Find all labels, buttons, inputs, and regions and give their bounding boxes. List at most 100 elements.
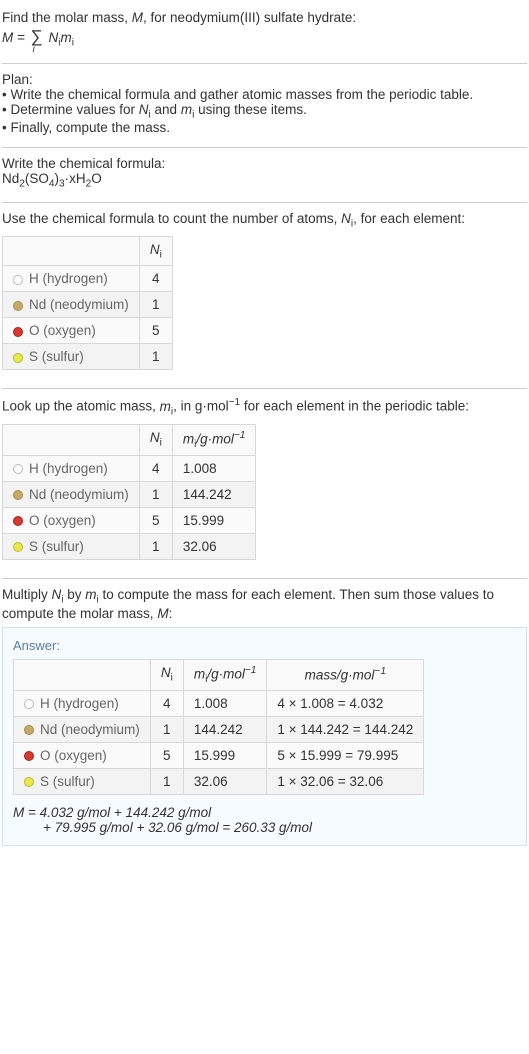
plan-section: Plan: • Write the chemical formula and g… bbox=[2, 66, 527, 146]
element-dot-icon bbox=[24, 777, 34, 787]
col-ni: Ni bbox=[150, 659, 183, 690]
mi-cell: 1.008 bbox=[172, 455, 256, 481]
ni-cell: 1 bbox=[139, 533, 172, 559]
plan-title: Plan: bbox=[2, 72, 527, 87]
mi-cell: 15.999 bbox=[183, 742, 267, 768]
element-cell: O (oxygen) bbox=[14, 742, 151, 768]
answer-table: Ni mi/g·mol−1 mass/g·mol−1 H (hydrogen) … bbox=[13, 659, 424, 795]
ni-cell: 4 bbox=[139, 455, 172, 481]
table-header-row: Ni bbox=[3, 236, 173, 266]
mi-cell: 144.242 bbox=[183, 716, 267, 742]
table-row: Nd (neodymium) 1 144.242 1 × 144.242 = 1… bbox=[14, 716, 424, 742]
multiply-text: Multiply Ni by mi to compute the mass fo… bbox=[2, 587, 527, 621]
table-row: Nd (neodymium) 1 bbox=[3, 292, 173, 318]
intro-section: Find the molar mass, M, for neodymium(II… bbox=[2, 4, 527, 61]
table-header-row: Ni mi/g·mol−1 bbox=[3, 424, 256, 455]
ni-cell: 5 bbox=[139, 318, 172, 344]
molar-equation: M = 4.032 g/mol + 144.242 g/mol + 79.995… bbox=[13, 805, 516, 835]
table-row: O (oxygen) 5 bbox=[3, 318, 173, 344]
plan-bullet: • Determine values for Ni and mi using t… bbox=[2, 102, 527, 121]
element-dot-icon bbox=[13, 327, 23, 337]
element-cell: O (oxygen) bbox=[3, 507, 140, 533]
element-dot-icon bbox=[13, 275, 23, 285]
ni-cell: 1 bbox=[139, 481, 172, 507]
chem-formula-section: Write the chemical formula: Nd2(SO4)3·xH… bbox=[2, 150, 527, 200]
table-row: S (sulfur) 1 32.06 bbox=[3, 533, 256, 559]
chem-formula: Nd2(SO4)3·xH2O bbox=[2, 171, 527, 190]
col-blank bbox=[3, 236, 140, 266]
ni-cell: 5 bbox=[139, 507, 172, 533]
count-table: Ni H (hydrogen) 4 Nd (neodymium) 1 O (ox… bbox=[2, 236, 173, 371]
eq-line2: + 79.995 g/mol + 32.06 g/mol = 260.33 g/… bbox=[43, 820, 516, 835]
table-row: O (oxygen) 5 15.999 bbox=[3, 507, 256, 533]
mass-table: Ni mi/g·mol−1 H (hydrogen) 4 1.008 Nd (n… bbox=[2, 424, 256, 560]
element-cell: H (hydrogen) bbox=[3, 455, 140, 481]
divider bbox=[2, 388, 527, 389]
mass-cell: 1 × 32.06 = 32.06 bbox=[267, 768, 424, 794]
count-title: Use the chemical formula to count the nu… bbox=[2, 211, 527, 230]
element-cell: Nd (neodymium) bbox=[3, 292, 140, 318]
element-dot-icon bbox=[24, 751, 34, 761]
element-cell: H (hydrogen) bbox=[14, 690, 151, 716]
col-mi: mi/g·mol−1 bbox=[172, 424, 256, 455]
element-dot-icon bbox=[24, 699, 34, 709]
element-dot-icon bbox=[13, 464, 23, 474]
ni-cell: 1 bbox=[150, 716, 183, 742]
ni-cell: 4 bbox=[150, 690, 183, 716]
count-section: Use the chemical formula to count the nu… bbox=[2, 205, 527, 386]
table-row: H (hydrogen) 4 bbox=[3, 266, 173, 292]
answer-box: Answer: Ni mi/g·mol−1 mass/g·mol−1 H (hy… bbox=[2, 627, 527, 846]
ni-cell: 5 bbox=[150, 742, 183, 768]
ni-cell: 1 bbox=[139, 292, 172, 318]
element-cell: S (sulfur) bbox=[3, 344, 140, 370]
element-cell: S (sulfur) bbox=[14, 768, 151, 794]
intro-line: Find the molar mass, M, for neodymium(II… bbox=[2, 10, 527, 25]
element-cell: Nd (neodymium) bbox=[14, 716, 151, 742]
chem-title: Write the chemical formula: bbox=[2, 156, 527, 171]
mi-cell: 32.06 bbox=[172, 533, 256, 559]
answer-label: Answer: bbox=[13, 638, 516, 653]
ni-cell: 1 bbox=[150, 768, 183, 794]
mi-cell: 144.242 bbox=[172, 481, 256, 507]
element-dot-icon bbox=[13, 301, 23, 311]
mass-section: Look up the atomic mass, mi, in g·mol−1 … bbox=[2, 391, 527, 575]
table-row: H (hydrogen) 4 1.008 bbox=[3, 455, 256, 481]
divider bbox=[2, 63, 527, 64]
mi-cell: 32.06 bbox=[183, 768, 267, 794]
element-cell: O (oxygen) bbox=[3, 318, 140, 344]
plan-bullet: • Finally, compute the mass. bbox=[2, 120, 527, 135]
ni-cell: 4 bbox=[139, 266, 172, 292]
mass-cell: 4 × 1.008 = 4.032 bbox=[267, 690, 424, 716]
col-ni: Ni bbox=[139, 236, 172, 266]
ni-cell: 1 bbox=[139, 344, 172, 370]
table-row: O (oxygen) 5 15.999 5 × 15.999 = 79.995 bbox=[14, 742, 424, 768]
element-cell: Nd (neodymium) bbox=[3, 481, 140, 507]
table-row: H (hydrogen) 4 1.008 4 × 1.008 = 4.032 bbox=[14, 690, 424, 716]
mi-cell: 1.008 bbox=[183, 690, 267, 716]
table-row: S (sulfur) 1 32.06 1 × 32.06 = 32.06 bbox=[14, 768, 424, 794]
col-ni: Ni bbox=[139, 424, 172, 455]
table-header-row: Ni mi/g·mol−1 mass/g·mol−1 bbox=[14, 659, 424, 690]
element-dot-icon bbox=[13, 542, 23, 552]
mass-cell: 1 × 144.242 = 144.242 bbox=[267, 716, 424, 742]
divider bbox=[2, 147, 527, 148]
mass-title: Look up the atomic mass, mi, in g·mol−1 … bbox=[2, 397, 527, 417]
mi-cell: 15.999 bbox=[172, 507, 256, 533]
divider bbox=[2, 202, 527, 203]
multiply-section: Multiply Ni by mi to compute the mass fo… bbox=[2, 581, 527, 856]
element-cell: S (sulfur) bbox=[3, 533, 140, 559]
element-dot-icon bbox=[13, 353, 23, 363]
table-row: Nd (neodymium) 1 144.242 bbox=[3, 481, 256, 507]
element-dot-icon bbox=[13, 490, 23, 500]
table-row: S (sulfur) 1 bbox=[3, 344, 173, 370]
col-blank bbox=[3, 424, 140, 455]
molar-formula: M = ∑i Nimi bbox=[2, 27, 527, 49]
element-cell: H (hydrogen) bbox=[3, 266, 140, 292]
eq-line1: M = 4.032 g/mol + 144.242 g/mol bbox=[13, 805, 211, 820]
plan-bullet: • Write the chemical formula and gather … bbox=[2, 87, 527, 102]
col-mass: mass/g·mol−1 bbox=[267, 659, 424, 690]
col-mi: mi/g·mol−1 bbox=[183, 659, 267, 690]
element-dot-icon bbox=[24, 725, 34, 735]
mass-cell: 5 × 15.999 = 79.995 bbox=[267, 742, 424, 768]
divider bbox=[2, 578, 527, 579]
